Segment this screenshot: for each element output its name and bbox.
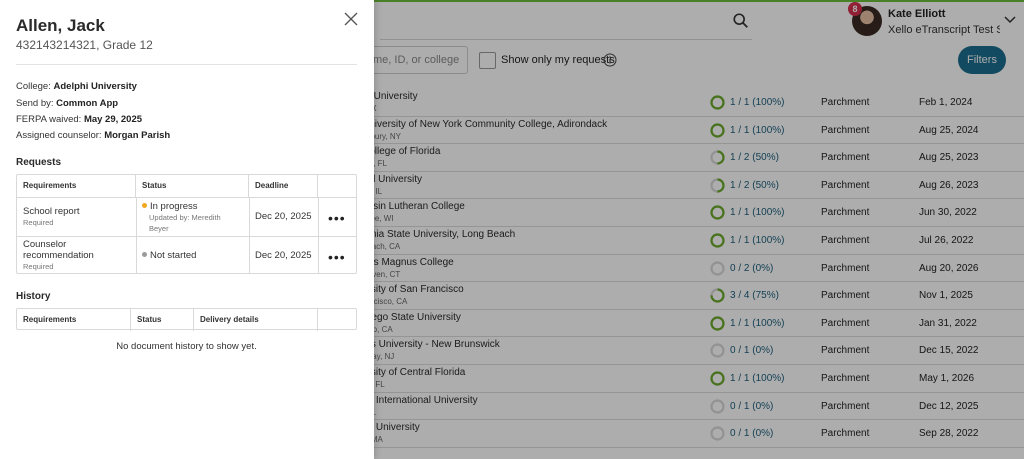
college-value: Adelphi University (53, 81, 137, 92)
column-header-delivery-details: Delivery details (194, 309, 318, 331)
column-divider (136, 197, 137, 273)
column-header-deadline: Deadline (249, 175, 318, 197)
send-by-label: Send by: (16, 98, 54, 109)
status-text: Not started (150, 250, 197, 261)
more-options-button[interactable]: ••• (328, 211, 346, 225)
status-text: In progress (150, 201, 198, 212)
status-dot-icon (142, 252, 147, 257)
deadline-value: Dec 20, 2025 (255, 250, 312, 261)
ferpa-detail: FERPA waived: May 29, 2025 (16, 114, 142, 125)
status-badge: Not started (142, 250, 196, 261)
history-table: Requirements Status Delivery details (16, 308, 357, 331)
requirement-name: School report (23, 206, 80, 217)
status-badge: In progress (142, 201, 198, 212)
counselor-detail: Assigned counselor: Morgan Parish (16, 130, 170, 141)
send-by-detail: Send by: Common App (16, 98, 118, 109)
history-heading: History (16, 291, 51, 302)
requests-heading: Requests (16, 157, 62, 168)
column-divider (318, 197, 319, 273)
student-name: Allen, Jack (16, 16, 105, 35)
column-header-status: Status (136, 175, 249, 197)
ferpa-value: May 29, 2025 (83, 114, 143, 125)
student-id-grade: 432143214321, Grade 12 (16, 38, 153, 52)
status-dot-icon (142, 203, 147, 208)
column-header-requirements: Requirements (17, 175, 136, 197)
requirement-note: Required (23, 262, 54, 271)
status-updated-by: Updated by: Meredith Beyer (149, 213, 221, 233)
divider (16, 64, 357, 65)
modal-overlay[interactable] (374, 0, 1024, 459)
counselor-value: Morgan Parish (104, 130, 171, 141)
requirement-note: Required (23, 218, 54, 227)
send-by-value: Common App (56, 98, 119, 109)
column-divider (249, 197, 250, 273)
ferpa-label: FERPA waived: (16, 114, 82, 125)
row-divider (17, 236, 356, 237)
requests-table-panel: Requirements Status Deadline School repo… (16, 174, 357, 274)
college-label: College: (16, 81, 51, 92)
column-header-status: Status (131, 309, 194, 331)
student-detail-panel: Allen, Jack 432143214321, Grade 12 Colle… (0, 0, 374, 459)
close-icon[interactable] (344, 12, 358, 26)
deadline-value: Dec 20, 2025 (255, 211, 312, 222)
history-empty-message: No document history to show yet. (116, 341, 257, 352)
requirement-name: Counselor recommendation (23, 239, 94, 261)
more-options-button[interactable]: ••• (328, 250, 346, 264)
row-divider (17, 197, 356, 198)
college-detail: College: Adelphi University (16, 81, 137, 92)
column-header-requirements: Requirements (17, 309, 131, 331)
counselor-label: Assigned counselor: (16, 130, 102, 141)
